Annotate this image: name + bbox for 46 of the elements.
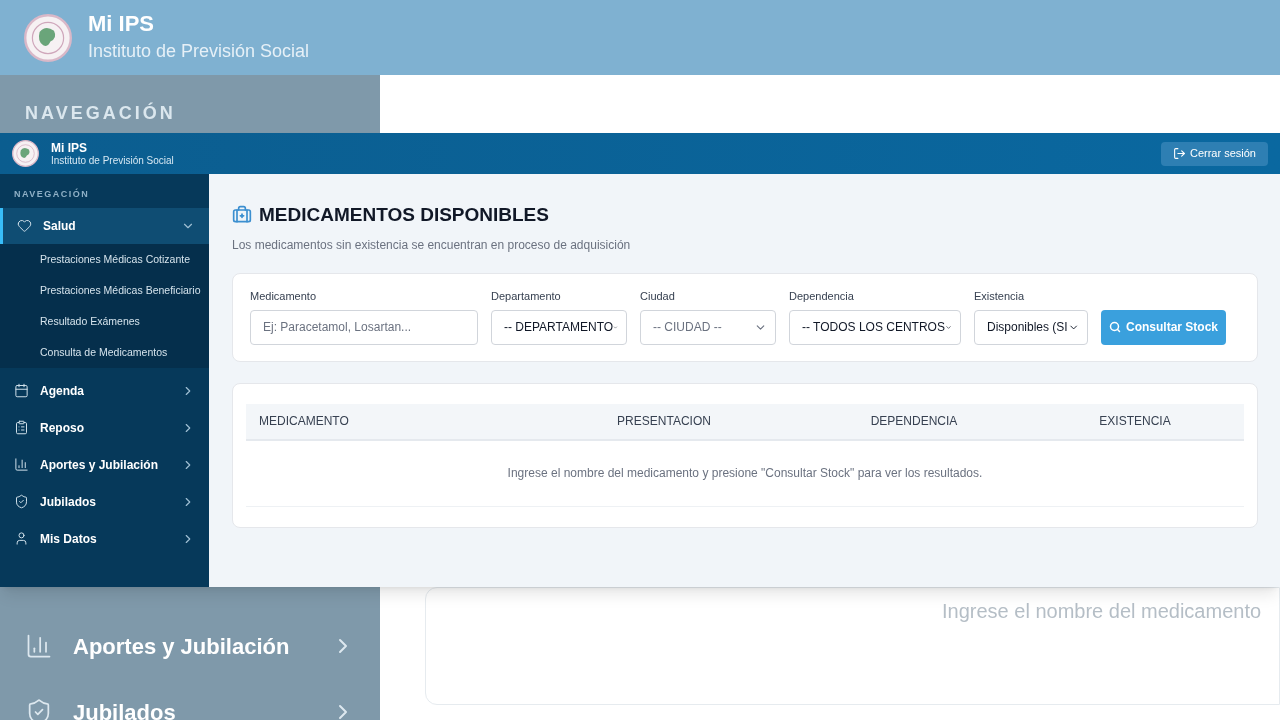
sidebar-item[interactable]: Jubilados (0, 483, 209, 520)
logo-icon (12, 140, 39, 167)
field-label: Medicamento (250, 289, 318, 304)
app-title: Mi IPS (51, 141, 88, 154)
nav-heading: NAVEGACIÓN (25, 101, 177, 125)
logo-icon (24, 13, 72, 62)
app-subtitle: Instituto de Previsión Social (88, 39, 310, 63)
app-title: Mi IPS (88, 10, 155, 38)
sidebar-item[interactable]: Reposo (0, 409, 209, 446)
sidebar-item[interactable]: Mis Datos (0, 520, 209, 557)
empty-message: Ingrese el nombre del medicamento (942, 600, 1262, 622)
medical-kit-icon (232, 205, 252, 226)
logout-button[interactable]: Cerrar sesión (1160, 141, 1268, 166)
logout-icon (1172, 147, 1186, 160)
field-label: Ciudad (640, 289, 676, 304)
submenu-item[interactable]: Consulta de Medicamentos (0, 336, 209, 368)
search-icon (1109, 321, 1121, 333)
calendar-icon (14, 383, 29, 398)
sidebar-item[interactable]: Agenda (0, 372, 209, 409)
empty-message: Ingrese el nombre del medicamento y presione "Consultar Stock" para ver los resultados. (507, 465, 983, 482)
heart-icon (17, 218, 32, 233)
column-header: PRESENTACION (616, 413, 712, 430)
nav-heading: NAVEGACIÓN (14, 188, 91, 201)
clipboard-icon (14, 420, 29, 435)
field-label: Dependencia (789, 289, 855, 304)
user-icon (14, 531, 29, 546)
submenu-item[interactable]: Prestaciones Médicas Cotizante (0, 243, 209, 275)
column-header: MEDICAMENTO (259, 413, 350, 430)
dropdown[interactable]: -- DEPARTAMENTO (491, 309, 627, 345)
field-label: Existencia (974, 289, 1026, 304)
field-label: Departamento (491, 289, 562, 304)
bar-chart-icon (14, 457, 29, 472)
page-title: MEDICAMENTOS DISPONIBLES (259, 203, 549, 227)
page-subtitle: Los medicamentos sin existencia se encuentran en proceso de adquisición (232, 236, 632, 254)
submenu-item[interactable]: Prestaciones Médicas Beneficiario (0, 274, 209, 306)
submenu-item[interactable]: Resultado Exámenes (0, 305, 209, 337)
medicine-field[interactable]: Ej: Paracetamol, Losartan... (250, 309, 478, 345)
column-header: DEPENDENCIA (869, 413, 959, 430)
column-header: EXISTENCIA (1098, 413, 1172, 430)
bar-chart-icon (25, 632, 53, 660)
dropdown[interactable]: -- TODOS LOS CENTROS (789, 309, 961, 345)
app-subtitle: Instituto de Previsión Social (51, 155, 174, 166)
shield-check-icon (14, 494, 29, 509)
sidebar-item[interactable]: Aportes y Jubilación (0, 446, 209, 483)
dropdown[interactable]: Disponibles (SI (974, 309, 1088, 345)
sidebar-item[interactable]: Salud (0, 207, 209, 244)
